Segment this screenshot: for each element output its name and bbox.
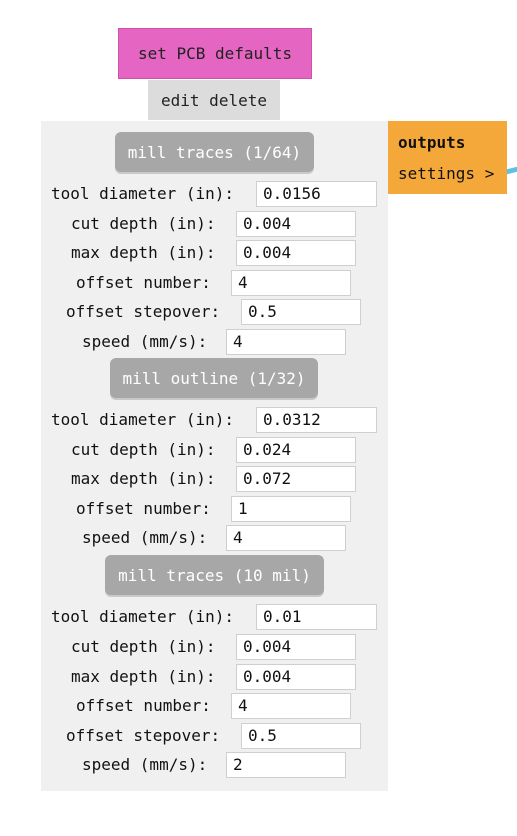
label-offset-stepover: offset stepover:	[66, 726, 221, 745]
outputs-title: outputs	[398, 133, 466, 152]
label-offset-number: offset number:	[76, 273, 211, 292]
input-cut-depth[interactable]: 0.004	[236, 211, 356, 237]
label-offset-number: offset number:	[76, 696, 211, 715]
label-cut-depth: cut depth (in):	[71, 440, 216, 459]
label-offset-stepover: offset stepover:	[66, 302, 221, 321]
section-button-mill-traces-10-mil[interactable]: mill traces (10 mil)	[105, 555, 324, 595]
input-max-depth[interactable]: 0.072	[236, 466, 356, 492]
input-speed[interactable]: 2	[226, 752, 346, 778]
label-speed: speed (mm/s):	[82, 332, 208, 351]
input-offset-number[interactable]: 1	[231, 496, 351, 522]
label-max-depth: max depth (in):	[71, 243, 216, 262]
label-cut-depth: cut depth (in):	[71, 214, 216, 233]
set-pcb-defaults-button[interactable]: set PCB defaults	[118, 28, 312, 79]
input-offset-stepover[interactable]: 0.5	[241, 723, 361, 749]
input-tool-diameter[interactable]: 0.0156	[256, 181, 377, 207]
input-offset-number[interactable]: 4	[231, 693, 351, 719]
output-connector[interactable]	[507, 166, 517, 175]
input-offset-stepover[interactable]: 0.5	[241, 299, 361, 325]
input-speed[interactable]: 4	[226, 329, 346, 355]
input-cut-depth[interactable]: 0.004	[236, 634, 356, 660]
input-tool-diameter[interactable]: 0.01	[256, 604, 377, 630]
input-max-depth[interactable]: 0.004	[236, 240, 356, 266]
label-cut-depth: cut depth (in):	[71, 637, 216, 656]
label-speed: speed (mm/s):	[82, 755, 208, 774]
label-max-depth: max depth (in):	[71, 667, 216, 686]
input-max-depth[interactable]: 0.004	[236, 664, 356, 690]
input-speed[interactable]: 4	[226, 525, 346, 551]
section-button-mill-outline-1-32[interactable]: mill outline (1/32)	[110, 358, 318, 398]
label-offset-number: offset number:	[76, 499, 211, 518]
outputs-settings-link[interactable]: settings >	[398, 164, 494, 183]
section-button-mill-traces-1-64[interactable]: mill traces (1/64)	[115, 132, 314, 172]
input-tool-diameter[interactable]: 0.0312	[256, 407, 377, 433]
input-offset-number[interactable]: 4	[231, 270, 351, 296]
label-max-depth: max depth (in):	[71, 469, 216, 488]
input-cut-depth[interactable]: 0.024	[236, 437, 356, 463]
edit-delete-button[interactable]: edit delete	[148, 80, 280, 120]
label-tool-diameter: tool diameter (in):	[51, 184, 235, 203]
label-speed: speed (mm/s):	[82, 528, 208, 547]
label-tool-diameter: tool diameter (in):	[51, 410, 235, 429]
label-tool-diameter: tool diameter (in):	[51, 607, 235, 626]
outputs-node[interactable]: outputs settings >	[388, 121, 507, 194]
